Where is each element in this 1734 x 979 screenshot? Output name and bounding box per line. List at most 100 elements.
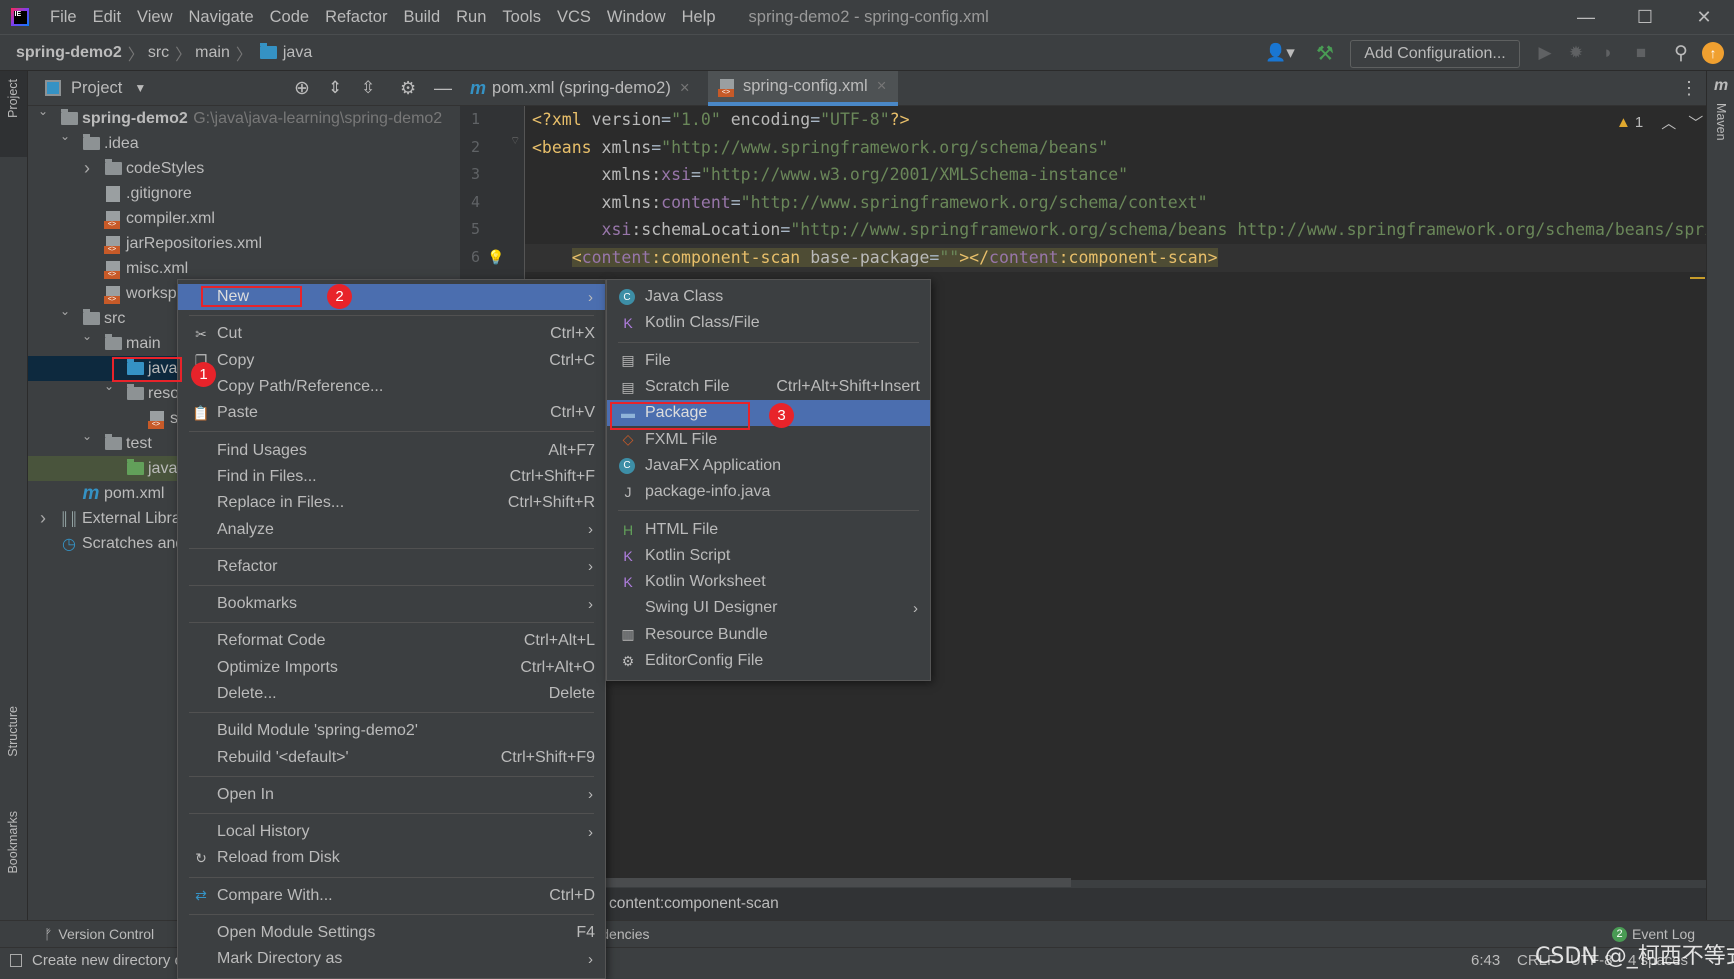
minimize-button[interactable]: — xyxy=(1557,0,1615,35)
menu-edit[interactable]: Edit xyxy=(85,8,129,27)
horizontal-scrollbar[interactable] xyxy=(606,878,1071,887)
menu-navigate[interactable]: Navigate xyxy=(181,8,262,27)
chevron-right-icon[interactable]: › xyxy=(36,508,50,529)
menu-item-build-module-spring-demo2[interactable]: Build Module 'spring-demo2' xyxy=(178,718,605,744)
run-icon[interactable]: ▶ xyxy=(1532,40,1558,66)
menu-vcs[interactable]: VCS xyxy=(549,8,599,27)
tree-item-spring-demo2[interactable]: ⌄ spring-demo2 G:\java\java-learning\sprin… xyxy=(28,106,460,131)
breadcrumb-src[interactable]: src xyxy=(148,44,169,62)
tree-item--idea[interactable]: ⌄ .idea xyxy=(28,129,460,156)
menu-run[interactable]: Run xyxy=(448,8,494,27)
menu-item-paste[interactable]: 📋 Paste Ctrl+V xyxy=(178,400,605,426)
bookmarks-tool-tab[interactable]: Bookmarks xyxy=(6,811,20,874)
dropdown-chevron-icon[interactable]: ▼ xyxy=(134,81,146,95)
next-highlight-icon[interactable]: ﹀ xyxy=(1688,112,1703,133)
menu-item-analyze[interactable]: Analyze › xyxy=(178,516,605,542)
locate-file-icon[interactable]: ⊕ xyxy=(294,77,310,100)
menu-tools[interactable]: Tools xyxy=(494,8,549,27)
menu-refactor[interactable]: Refactor xyxy=(317,8,395,27)
code-line[interactable]: <?xml version="1.0" encoding="UTF-8"?> xyxy=(525,106,1706,134)
tree-item-misc-xml[interactable]: misc.xml xyxy=(28,256,460,281)
menu-item-refactor[interactable]: Refactor › xyxy=(178,554,605,580)
menu-item-swing-ui-designer[interactable]: Swing UI Designer › xyxy=(607,595,930,621)
menu-item-resource-bundle[interactable]: ▥ Resource Bundle xyxy=(607,622,930,648)
menu-item-open-in[interactable]: Open In › xyxy=(178,782,605,808)
menu-item-replace-in-files[interactable]: Replace in Files... Ctrl+Shift+R xyxy=(178,490,605,516)
menu-item-java-class[interactable]: C Java Class xyxy=(607,284,930,310)
maven-tool-tab[interactable]: Maven xyxy=(1714,103,1728,141)
warning-stripe-marker[interactable] xyxy=(1690,277,1705,279)
account-icon[interactable]: 👤▾ xyxy=(1262,40,1298,66)
chevron-right-icon[interactable]: › xyxy=(80,158,94,179)
menu-help[interactable]: Help xyxy=(674,8,724,27)
code-line[interactable]: xmlns:content="http://www.springframewor… xyxy=(525,189,1706,217)
tree-item--gitignore[interactable]: .gitignore xyxy=(28,181,460,206)
collapse-all-icon[interactable]: ⇳ xyxy=(361,78,375,98)
more-options-icon[interactable]: ⋮ xyxy=(1680,78,1698,99)
code-line[interactable]: xsi:schemaLocation="http://www.springfra… xyxy=(525,216,1706,244)
breadcrumb-java[interactable]: java xyxy=(283,44,312,62)
menu-item-local-history[interactable]: Local History › xyxy=(178,819,605,845)
menu-item-kotlin-script[interactable]: K Kotlin Script xyxy=(607,543,930,569)
menu-item-scratch-file[interactable]: ▤ Scratch File Ctrl+Alt+Shift+Insert xyxy=(607,374,930,400)
code-line[interactable]: xmlns:xsi="http://www.w3.org/2001/XMLSch… xyxy=(525,161,1706,189)
menu-build[interactable]: Build xyxy=(395,8,448,27)
editor-breadcrumb-item[interactable]: content:component-scan xyxy=(609,895,779,913)
menu-code[interactable]: Code xyxy=(262,8,317,27)
maximize-button[interactable]: ☐ xyxy=(1616,0,1674,35)
toggle-tool-windows-icon[interactable] xyxy=(10,953,22,967)
fold-marker-icon[interactable]: ⌔ xyxy=(510,134,520,148)
menu-item-delete[interactable]: Delete... Delete xyxy=(178,681,605,707)
menu-item-open-module-settings[interactable]: Open Module Settings F4 xyxy=(178,920,605,946)
close-tab-icon[interactable]: × xyxy=(877,77,887,96)
inspection-widget[interactable]: ▲ 1 ︿ ﹀ xyxy=(1616,112,1703,133)
menu-item-javafx-application[interactable]: C JavaFX Application xyxy=(607,453,930,479)
caret-position[interactable]: 6:43 xyxy=(1471,952,1500,969)
project-view-selector[interactable]: Project xyxy=(71,79,122,98)
breadcrumb-project[interactable]: spring-demo2 xyxy=(16,44,122,62)
chevron-down-icon[interactable]: ⌄ xyxy=(36,106,50,118)
menu-item-kotlin-worksheet[interactable]: K Kotlin Worksheet xyxy=(607,569,930,595)
menu-view[interactable]: View xyxy=(129,8,180,27)
search-icon[interactable]: ⚲ xyxy=(1668,40,1694,66)
menu-item-editorconfig-file[interactable]: ⚙ EditorConfig File xyxy=(607,648,930,674)
intention-bulb-icon[interactable]: 💡 xyxy=(487,249,504,266)
menu-item-copy[interactable]: ❐ Copy Ctrl+C xyxy=(178,348,605,374)
menu-item-copy-path-reference[interactable]: Copy Path/Reference... xyxy=(178,374,605,400)
menu-item-reformat-code[interactable]: Reformat Code Ctrl+Alt+L xyxy=(178,628,605,654)
tab-spring-config-xml[interactable]: spring-config.xml × xyxy=(708,71,899,106)
menu-item-optimize-imports[interactable]: Optimize Imports Ctrl+Alt+O xyxy=(178,655,605,681)
menu-item-bookmarks[interactable]: Bookmarks › xyxy=(178,591,605,617)
breadcrumb-main[interactable]: main xyxy=(195,44,230,62)
menu-item-fxml-file[interactable]: ◇ FXML File xyxy=(607,426,930,452)
menu-item-mark-directory-as[interactable]: Mark Directory as › xyxy=(178,946,605,972)
menu-item-compare-with[interactable]: ⇄ Compare With... Ctrl+D xyxy=(178,883,605,909)
chevron-down-icon[interactable]: ⌄ xyxy=(80,429,94,443)
code-line[interactable]: <content:component-scan base-package="">… xyxy=(525,244,1706,272)
update-icon[interactable]: ↑ xyxy=(1702,42,1724,64)
menu-file[interactable]: File xyxy=(42,8,85,27)
structure-tool-tab[interactable]: Structure xyxy=(6,706,20,757)
expand-all-icon[interactable]: ⇕ xyxy=(328,78,342,98)
version-control-tab[interactable]: Version Control xyxy=(58,926,154,942)
build-hammer-icon[interactable]: ⚒ xyxy=(1312,40,1338,66)
menu-window[interactable]: Window xyxy=(599,8,674,27)
gear-icon[interactable]: ⚙ xyxy=(400,78,416,99)
tab-pom-xml[interactable]: m pom.xml (spring-demo2) × xyxy=(470,71,689,106)
menu-item-cut[interactable]: ✂ Cut Ctrl+X xyxy=(178,321,605,347)
stop-icon[interactable]: ■ xyxy=(1628,40,1654,66)
project-tool-tab[interactable]: Project xyxy=(6,79,20,118)
menu-item-rebuild-default[interactable]: Rebuild '<default>' Ctrl+Shift+F9 xyxy=(178,744,605,770)
chevron-down-icon[interactable]: ⌄ xyxy=(80,329,94,343)
close-button[interactable]: ✕ xyxy=(1675,0,1733,35)
hide-panel-icon[interactable]: — xyxy=(434,78,452,99)
menu-item-kotlin-class-file[interactable]: K Kotlin Class/File xyxy=(607,310,930,336)
tree-item-codestyles[interactable]: › codeStyles xyxy=(28,156,460,181)
close-tab-icon[interactable]: × xyxy=(680,79,690,98)
menu-item-html-file[interactable]: H HTML File xyxy=(607,516,930,542)
menu-item-file[interactable]: ▤ File xyxy=(607,348,930,374)
coverage-icon[interactable]: ◗ xyxy=(1595,40,1621,66)
add-configuration-button[interactable]: Add Configuration... xyxy=(1350,40,1520,68)
menu-item-package-info-java[interactable]: Jpackage-info.java xyxy=(607,479,930,505)
menu-item-find-usages[interactable]: Find Usages Alt+F7 xyxy=(178,437,605,463)
